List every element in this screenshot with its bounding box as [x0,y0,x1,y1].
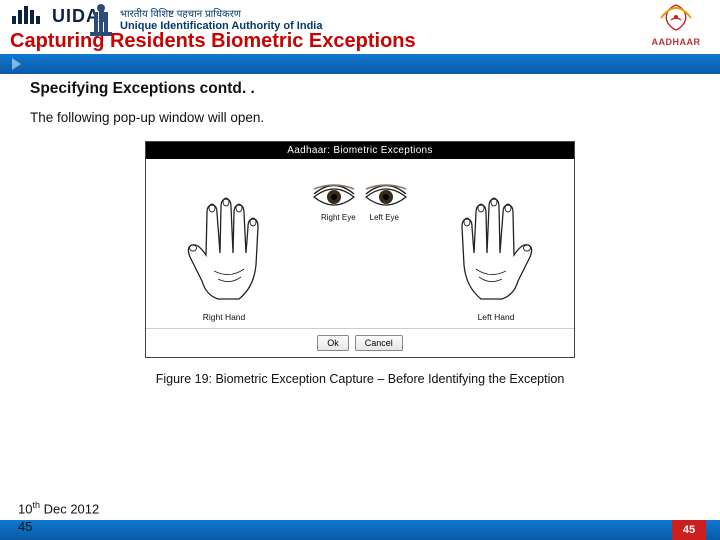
ok-button[interactable]: Ok [317,335,349,351]
aadhaar-logo: AADHAAR [646,2,706,47]
biometric-popup: Aadhaar: Biometric Exceptions Right [145,141,575,358]
left-eye-label: Left Eye [370,213,399,222]
date-suffix: th [32,500,40,510]
cancel-button[interactable]: Cancel [355,335,403,351]
date-day: 10 [18,501,32,516]
footer-date: 10th Dec 2012 [18,500,99,516]
popup-buttons: Ok Cancel [146,328,574,357]
eye-right-icon [312,183,356,211]
uidai-subtitle: भारतीय विशिष्ट पहचान प्राधिकरण Unique Id… [120,6,322,32]
eye-labels: Right Eye Left Eye [312,213,408,222]
title-bar [0,54,720,74]
content-area: Specifying Exceptions contd. . The follo… [30,80,690,386]
figure-caption: Figure 19: Biometric Exception Capture –… [30,372,690,386]
uidai-logo-bars [12,6,40,24]
eye-left-icon [364,183,408,211]
slide-number: 45 [672,520,706,540]
date-rest: Dec 2012 [40,501,99,516]
hand-left-icon [164,169,284,309]
right-eye-label: Right Eye [321,213,356,222]
footer-bar [0,520,720,540]
chevron-right-icon [12,58,21,70]
intro-text: The following pop-up window will open. [30,110,690,125]
popup-title: Aadhaar: Biometric Exceptions [146,142,574,159]
hand-right-icon [436,169,556,309]
left-hand-block[interactable]: Right Hand [154,169,294,322]
eyes-block[interactable]: Right Eye Left Eye [312,183,408,222]
aadhaar-label: AADHAAR [646,37,706,47]
popup-body: Right Hand [146,159,574,328]
subheading: Specifying Exceptions contd. . [30,80,690,98]
page-number-overlay: 45 [18,519,32,534]
subtitle-native: भारतीय विशिष्ट पहचान प्राधिकरण [120,6,322,20]
right-hand-label: Right Hand [154,312,294,322]
left-hand-label: Left Hand [426,312,566,322]
slide-title: Capturing Residents Biometric Exceptions [10,30,416,53]
right-hand-block[interactable]: Left Hand [426,169,566,322]
